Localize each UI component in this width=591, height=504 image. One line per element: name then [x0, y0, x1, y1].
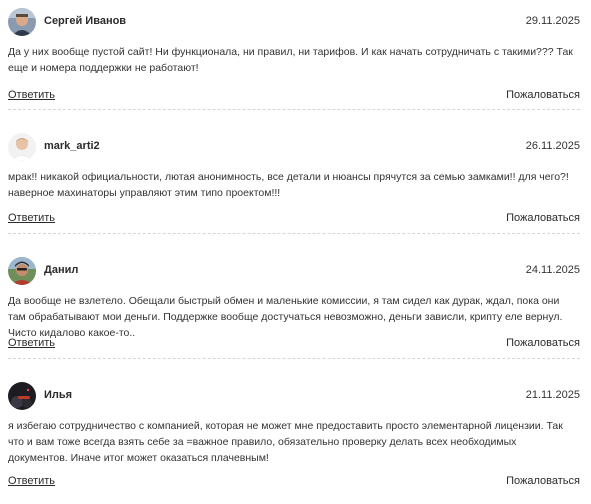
- comment-header: Илья 21.11.2025: [8, 382, 580, 410]
- comment-item: Данил 24.11.2025 Да вообще не взлетело. …: [8, 257, 580, 377]
- comment-date: 26.11.2025: [525, 140, 580, 152]
- comment-actions: Ответить Пожаловаться: [8, 88, 580, 102]
- reply-button[interactable]: Ответить: [8, 336, 55, 350]
- comment-actions: Ответить Пожаловаться: [8, 211, 580, 225]
- comment-text: мрак!! никакой официальности, лютая анон…: [8, 171, 569, 199]
- comment-date: 24.11.2025: [525, 264, 580, 276]
- reply-button[interactable]: Ответить: [8, 88, 55, 102]
- comment-text: я избегаю сотрудничество с компанией, ко…: [8, 420, 563, 464]
- comment-text: Да вообще не взлетело. Обещали быстрый о…: [8, 295, 563, 339]
- comment-author: mark_arti2: [44, 140, 100, 152]
- avatar: [8, 8, 36, 36]
- report-button[interactable]: Пожаловаться: [506, 211, 580, 225]
- comment-author: Сергей Иванов: [44, 15, 127, 27]
- comment-header: Сергей Иванов 29.11.2025: [8, 8, 580, 36]
- reply-button[interactable]: Ответить: [8, 211, 55, 225]
- comment-header: mark_arti2 26.11.2025: [8, 133, 580, 161]
- comments-list: Сергей Иванов 29.11.2025 Да у них вообще…: [0, 0, 591, 504]
- comment-text: Да у них вообще пустой сайт! Ни функцион…: [8, 46, 573, 74]
- divider: [8, 109, 580, 110]
- avatar: [8, 382, 36, 410]
- comment-author: Данил: [44, 264, 79, 276]
- divider: [8, 233, 580, 234]
- avatar: [8, 257, 36, 285]
- comment-date: 21.11.2025: [525, 389, 580, 401]
- comment-author: Илья: [44, 389, 73, 401]
- comment-item: Сергей Иванов 29.11.2025 Да у них вообще…: [8, 8, 580, 128]
- reply-button[interactable]: Ответить: [8, 474, 55, 488]
- comment-actions: Ответить Пожаловаться: [8, 336, 580, 350]
- comment-header: Данил 24.11.2025: [8, 257, 580, 285]
- comment-item: mark_arti2 26.11.2025 мрак!! никакой офи…: [8, 133, 580, 253]
- comment-item: Илья 21.11.2025 я избегаю сотрудничество…: [8, 382, 580, 502]
- divider: [8, 358, 580, 359]
- report-button[interactable]: Пожаловаться: [506, 88, 580, 102]
- comment-date: 29.11.2025: [525, 15, 580, 27]
- report-button[interactable]: Пожаловаться: [506, 474, 580, 488]
- avatar: [8, 133, 36, 161]
- comment-actions: Ответить Пожаловаться: [8, 474, 580, 488]
- report-button[interactable]: Пожаловаться: [506, 336, 580, 350]
